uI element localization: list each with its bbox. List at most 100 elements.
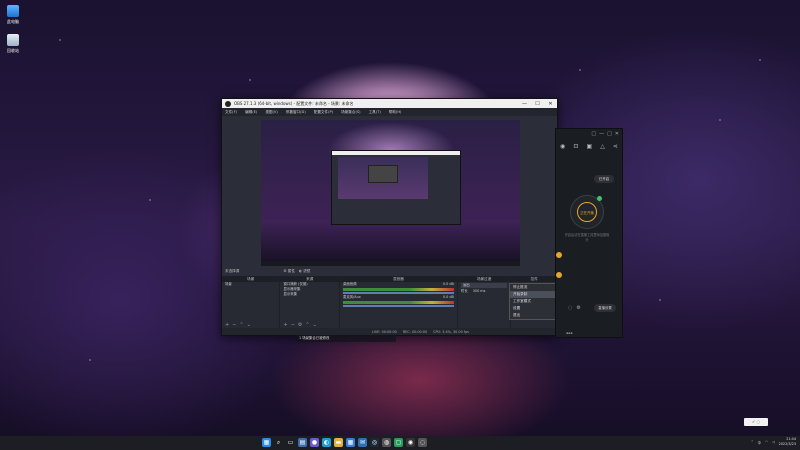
app-toolbar: ◉ ⊡ ▣ △ ⋖ (556, 139, 622, 153)
add-icon[interactable]: + (225, 322, 229, 328)
chevron-up-icon[interactable]: ⌃ (751, 440, 754, 444)
minimize-button[interactable]: — (599, 131, 604, 137)
menu-file[interactable]: 文件(F) (225, 110, 237, 115)
ime-indicator[interactable]: 中 (758, 440, 761, 445)
edge-icon[interactable]: ◐ (322, 438, 331, 447)
app-icon[interactable]: ▢ (394, 438, 403, 447)
menu-docks[interactable]: 停靠窗口(D) (286, 110, 306, 115)
live-assistant-window[interactable]: □ — □ ✕ ◉ ⊡ ▣ △ ⋖ 已开启 正在开播 开启后请在直播工具里添加摄… (555, 128, 623, 338)
live-settings-button[interactable]: 直播设置 (594, 304, 616, 312)
window-title: OBS 27.1.3 (64-bit, windows) - 配置文件: 未命名… (234, 100, 354, 106)
network-icon[interactable]: ◠ (765, 440, 768, 444)
pin-button[interactable]: □ (591, 131, 596, 137)
obs-title-bar[interactable]: OBS 27.1.3 (64-bit, windows) - 配置文件: 未命名… (222, 99, 557, 108)
up-icon[interactable]: ⌃ (239, 322, 243, 328)
app-footer: ▪▪▪ (556, 329, 622, 337)
camera-icon[interactable]: ◉ (560, 143, 565, 150)
chat-icon[interactable]: ● (310, 438, 319, 447)
bell-icon[interactable]: △ (600, 143, 605, 150)
dock-area: 场景 场景 + − ⌃ ⌄ 来源 窗口捕获 (仅窗) 显示器采集 显示采集 + … (222, 276, 558, 328)
volume-icon[interactable]: ◁ (772, 440, 775, 444)
start-live-button[interactable]: 正在开播 (570, 195, 604, 229)
task-view-icon[interactable]: ▭ (286, 438, 295, 447)
scene-item[interactable]: 场景 (222, 282, 279, 287)
close-button[interactable]: ✕ (544, 101, 557, 107)
desktop-icon-label: 回收站 (7, 48, 19, 53)
minimize-button[interactable]: — (518, 101, 531, 107)
live-status: LIVE: 00:00:00 (372, 329, 397, 334)
context-menu: 停止推流 开始录制 工作室模式 设置 退出 (509, 283, 556, 320)
widgets-icon[interactable]: ▤ (298, 438, 307, 447)
add-icon[interactable]: + (283, 322, 287, 328)
menu-profile[interactable]: 配置文件(P) (314, 110, 333, 115)
filters-button[interactable]: ◐ 滤镜 (299, 269, 310, 274)
search-icon[interactable]: ⌕ (274, 438, 283, 447)
context-menu-item[interactable]: 工作室模式 (510, 298, 555, 305)
status-bar: LIVE: 00:00:00 REC: 00:00:00 CPU: 3.4%, … (222, 328, 557, 335)
store-icon[interactable]: ▦ (346, 438, 355, 447)
remove-icon[interactable]: − (232, 322, 236, 328)
obs-icon[interactable]: ◉ (406, 438, 415, 447)
context-menu-item[interactable]: 退出 (510, 312, 555, 319)
online-indicator (597, 196, 602, 201)
refresh-icon[interactable]: ◌ (568, 305, 572, 311)
properties-button[interactable]: ⚙ 属性 (283, 269, 295, 274)
computer-icon (7, 5, 19, 17)
share-icon[interactable]: ⋖ (613, 143, 618, 150)
mini-popup[interactable]: ✓ ◌ (744, 418, 768, 426)
duration-row: 时长 300 ms (460, 289, 486, 293)
system-tray: ⌃ 中 ◠ ◁ 21:44 2022/3/23 (751, 437, 796, 447)
gift-icon[interactable]: ▣ (586, 143, 592, 150)
transitions-dock-title: 场景过渡 (457, 276, 511, 282)
close-button[interactable]: ✕ (615, 131, 619, 137)
menu-view[interactable]: 视图(V) (265, 110, 277, 115)
recycle-bin-icon (7, 34, 19, 46)
steam-icon[interactable]: ◎ (370, 438, 379, 447)
volume-slider[interactable] (342, 292, 454, 294)
gear-icon[interactable]: ⚙ (298, 322, 302, 328)
preview-canvas[interactable] (261, 120, 520, 266)
menu-edit[interactable]: 编辑(E) (245, 110, 257, 115)
hint-text: 开启后请在直播工具里添加摄像头 (564, 233, 610, 242)
desktop-icon-recycle-bin[interactable]: 回收站 (3, 34, 23, 54)
menu-tools[interactable]: 工具(T) (369, 110, 381, 115)
lock-icon[interactable]: ⊡ (573, 143, 578, 150)
volume-slider[interactable] (342, 305, 454, 307)
maximize-button[interactable]: □ (607, 131, 612, 137)
explorer-icon[interactable]: ▬ (334, 438, 343, 447)
mixer-dock: 混音器 桌面音频 0.0 dB 麦克风/Aux 0.0 dB (339, 276, 457, 328)
desktop-icon-label: 此电脑 (7, 19, 19, 24)
volume-meter (342, 301, 454, 304)
down-icon[interactable]: ⌄ (247, 322, 251, 328)
gear-icon[interactable]: ⚙ (576, 305, 580, 311)
clock[interactable]: 21:44 2022/3/23 (779, 437, 796, 447)
status-pill[interactable]: 已开启 (594, 175, 614, 183)
menu-scene-collection[interactable]: 场景集合(S) (341, 110, 360, 115)
context-menu-item[interactable]: 停止推流 (510, 284, 555, 291)
maximize-button[interactable]: ☐ (531, 101, 544, 107)
up-icon[interactable]: ⌃ (305, 322, 309, 328)
context-menu-item[interactable]: 开始录制 (510, 291, 555, 298)
source-item[interactable]: 显示采集 (280, 292, 338, 297)
windows-start-icon[interactable]: ▦ (262, 438, 271, 447)
mixer-channel-name: 麦克风/Aux 0.0 dB (342, 295, 454, 299)
obs-window[interactable]: OBS 27.1.3 (64-bit, windows) - 配置文件: 未命名… (221, 98, 558, 336)
app-icon[interactable]: ◍ (382, 438, 391, 447)
side-indicator-icon (556, 272, 562, 278)
desktop-icon-this-pc[interactable]: 此电脑 (3, 5, 23, 25)
mail-icon[interactable]: ✉ (358, 438, 367, 447)
menu-bar: 文件(F) 编辑(E) 视图(V) 停靠窗口(D) 配置文件(P) 场景集合(S… (222, 108, 557, 116)
duration-field[interactable]: 300 ms (473, 289, 486, 293)
side-indicator-icon (556, 252, 562, 258)
volume-meter (342, 288, 454, 291)
context-menu-item[interactable]: 设置 (510, 305, 555, 312)
transitions-dock: 场景过渡 淡出 时长 300 ms (457, 276, 511, 328)
menu-help[interactable]: 帮助(H) (389, 110, 402, 115)
down-icon[interactable]: ⌄ (313, 322, 317, 328)
footer-icon: ▪▪▪ (566, 331, 573, 335)
remove-icon[interactable]: − (291, 322, 295, 328)
app-icon[interactable]: ◌ (418, 438, 427, 447)
scenes-dock: 场景 场景 + − ⌃ ⌄ (222, 276, 280, 328)
transition-select[interactable]: 淡出 (460, 283, 508, 288)
sources-dock: 来源 窗口捕获 (仅窗) 显示器采集 显示采集 + − ⚙ ⌃ ⌄ (280, 276, 339, 328)
